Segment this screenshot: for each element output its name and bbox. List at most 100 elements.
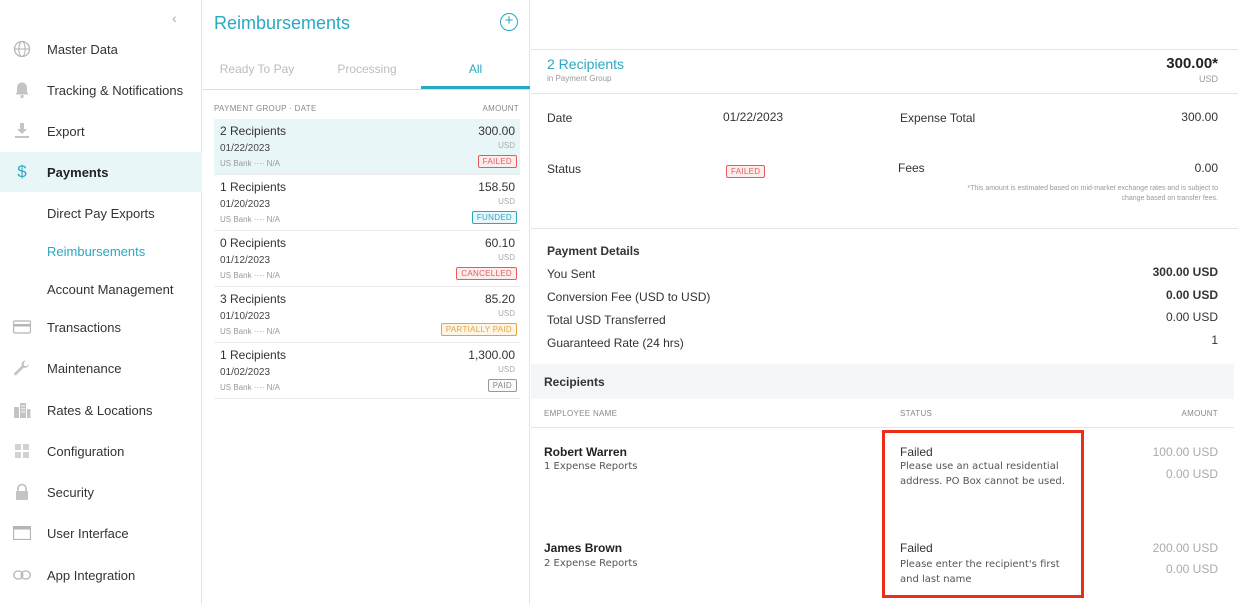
detail-total-currency: USD bbox=[1198, 74, 1218, 84]
recipients-section-header bbox=[531, 364, 1234, 399]
sidebar-item-label: App Integration bbox=[47, 567, 136, 583]
sidebar-item-label: User Interface bbox=[47, 525, 129, 541]
sidebar-item-label: Security bbox=[47, 484, 94, 500]
row-bank: US Bank ···· N/A bbox=[220, 327, 281, 336]
tab-ready-to-pay[interactable]: Ready To Pay bbox=[211, 62, 303, 76]
list-item[interactable]: 1 Recipients 1,300.00 01/02/2023 USD US … bbox=[214, 343, 520, 399]
sidebar-item-configuration[interactable]: Configuration bbox=[0, 431, 202, 471]
list-item[interactable]: 2 Recipients 300.00 01/22/2023 USD US Ba… bbox=[214, 119, 520, 175]
row-title: 1 Recipients bbox=[220, 180, 287, 194]
conversion-fee-label: Conversion Fee (USD to USD) bbox=[547, 290, 711, 304]
row-date: 01/12/2023 bbox=[220, 255, 271, 266]
status-badge: FAILED bbox=[477, 155, 517, 168]
sidebar-item-maintenance[interactable]: Maintenance bbox=[0, 348, 202, 388]
sidebar-subitem-account-management[interactable]: Account Management bbox=[47, 282, 173, 297]
tab-all[interactable]: All bbox=[421, 62, 530, 76]
active-tab-indicator bbox=[421, 86, 530, 89]
tab-processing[interactable]: Processing bbox=[321, 62, 413, 76]
row-currency: USD bbox=[498, 197, 515, 206]
column-header-amount: AMOUNT bbox=[482, 104, 519, 113]
list-item[interactable]: 3 Recipients 85.20 01/10/2023 USD US Ban… bbox=[214, 287, 520, 343]
globe-icon bbox=[12, 39, 32, 59]
row-bank: US Bank ···· N/A bbox=[220, 383, 281, 392]
recipient-reports: 1 Expense Reports bbox=[544, 461, 638, 472]
recipient-amount-paid: 0.00 USD bbox=[1165, 467, 1218, 481]
you-sent-value: 300.00 USD bbox=[1152, 265, 1218, 279]
chevron-left-icon[interactable]: ‹ bbox=[172, 10, 177, 26]
recipient-amount: 100.00 USD bbox=[1152, 445, 1218, 459]
list-item[interactable]: 1 Recipients 158.50 01/20/2023 USD US Ba… bbox=[214, 175, 520, 231]
page-title: Reimbursements bbox=[214, 13, 351, 33]
sidebar-item-master-data[interactable]: Master Data bbox=[0, 29, 202, 69]
recipient-name[interactable]: Robert Warren bbox=[544, 445, 627, 459]
wrench-icon bbox=[12, 358, 32, 378]
sidebar: ‹ Master Data Tracking & Notifications E… bbox=[0, 0, 202, 604]
sidebar-subitem-direct-pay-exports[interactable]: Direct Pay Exports bbox=[47, 206, 155, 221]
divider bbox=[531, 228, 1238, 229]
status-badge: CANCELLED bbox=[456, 267, 517, 280]
divider bbox=[531, 427, 1234, 428]
column-header-payment-group: PAYMENT GROUP · DATE bbox=[214, 104, 317, 113]
payment-detail-panel: 2 Recipients in Payment Group 300.00* US… bbox=[531, 0, 1238, 604]
guaranteed-rate-value: 1 bbox=[1211, 333, 1218, 347]
fees-value: 0.00 bbox=[1194, 161, 1218, 175]
dollar-icon: $ bbox=[17, 162, 27, 181]
sidebar-subitem-reimbursements[interactable]: Reimbursements bbox=[47, 244, 145, 259]
column-header-employee-name: EMPLOYEE NAME bbox=[544, 409, 618, 418]
row-date: 01/22/2023 bbox=[220, 143, 271, 154]
plus-circle-icon[interactable]: + bbox=[500, 13, 518, 31]
row-amount: 60.10 bbox=[484, 236, 515, 250]
detail-heading: 2 Recipients bbox=[547, 56, 625, 72]
row-amount: 1,300.00 bbox=[468, 348, 515, 362]
total-transferred-value: 0.00 USD bbox=[1165, 310, 1218, 324]
sidebar-item-app-integration[interactable]: App Integration bbox=[0, 555, 202, 595]
row-currency: USD bbox=[498, 253, 515, 262]
row-amount: 300.00 bbox=[478, 124, 515, 138]
bell-icon bbox=[12, 80, 32, 100]
row-bank: US Bank ···· N/A bbox=[220, 159, 281, 168]
divider bbox=[531, 93, 1238, 94]
divider bbox=[531, 49, 1238, 50]
row-title: 2 Recipients bbox=[220, 124, 287, 138]
sidebar-item-label: Transactions bbox=[47, 319, 121, 335]
status-badge: FAILED bbox=[726, 165, 766, 178]
row-date: 01/20/2023 bbox=[220, 199, 271, 210]
link-icon bbox=[12, 565, 32, 585]
card-icon bbox=[12, 317, 32, 337]
row-date: 01/02/2023 bbox=[220, 367, 271, 378]
recipient-reports: 2 Expense Reports bbox=[544, 558, 638, 569]
status-badge: PARTIALLY PAID bbox=[440, 323, 517, 336]
sidebar-item-label: Rates & Locations bbox=[47, 402, 153, 418]
sidebar-item-export[interactable]: Export bbox=[0, 111, 202, 151]
sidebar-item-user-interface[interactable]: User Interface bbox=[0, 513, 202, 553]
row-title: 1 Recipients bbox=[220, 348, 287, 362]
expense-total-label: Expense Total bbox=[900, 111, 976, 125]
sidebar-item-tracking[interactable]: Tracking & Notifications bbox=[0, 70, 202, 110]
recipient-amount-paid: 0.00 USD bbox=[1165, 562, 1218, 576]
sidebar-item-transactions[interactable]: Transactions bbox=[0, 307, 202, 347]
sidebar-item-payments[interactable]: $ Payments bbox=[0, 152, 202, 192]
date-label: Date bbox=[547, 111, 573, 125]
recipient-name[interactable]: James Brown bbox=[544, 541, 622, 555]
status-highlight-box bbox=[882, 430, 1084, 598]
sidebar-item-rates-locations[interactable]: Rates & Locations bbox=[0, 390, 202, 430]
status-badge: PAID bbox=[487, 379, 517, 392]
row-amount: 158.50 bbox=[478, 180, 515, 194]
sidebar-item-label: Export bbox=[47, 123, 85, 139]
status-badge: FUNDED bbox=[471, 211, 517, 224]
sidebar-item-security[interactable]: Security bbox=[0, 472, 202, 512]
column-header-status: STATUS bbox=[900, 409, 933, 418]
tab-bar: Ready To Pay Processing All bbox=[203, 50, 530, 90]
row-currency: USD bbox=[498, 141, 515, 150]
expense-total-value: 300.00 bbox=[1181, 110, 1218, 124]
list-item[interactable]: 0 Recipients 60.10 01/12/2023 USD US Ban… bbox=[214, 231, 520, 287]
row-currency: USD bbox=[498, 309, 515, 318]
total-transferred-label: Total USD Transferred bbox=[547, 313, 666, 327]
payment-details-title: Payment Details bbox=[547, 244, 640, 258]
building-icon bbox=[12, 400, 32, 420]
recipient-amount: 200.00 USD bbox=[1152, 541, 1218, 555]
download-icon bbox=[12, 121, 32, 141]
guaranteed-rate-label: Guaranteed Rate (24 hrs) bbox=[547, 336, 684, 350]
lock-icon bbox=[12, 482, 32, 502]
fees-label: Fees bbox=[898, 161, 925, 175]
